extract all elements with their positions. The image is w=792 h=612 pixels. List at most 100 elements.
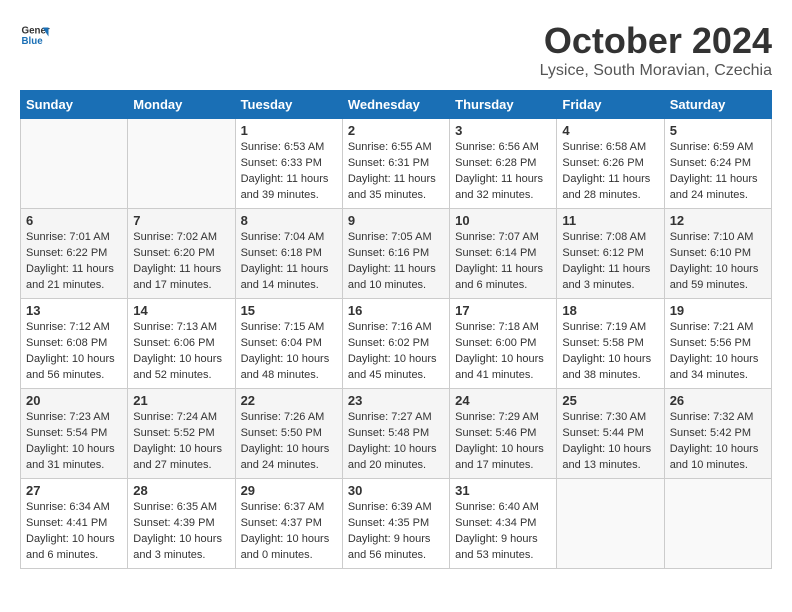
day-number: 26 <box>670 393 766 408</box>
calendar-cell: 4Sunrise: 6:58 AMSunset: 6:26 PMDaylight… <box>557 119 664 209</box>
day-detail: Sunrise: 7:23 AMSunset: 5:54 PMDaylight:… <box>26 410 122 474</box>
day-detail: Sunrise: 6:56 AMSunset: 6:28 PMDaylight:… <box>455 140 551 204</box>
calendar-cell: 21 Sunrise: 7:24 AMSunset: 5:52 PMDayligh… <box>128 389 235 479</box>
calendar-cell: 7Sunrise: 7:02 AMSunset: 6:20 PMDaylight… <box>128 209 235 299</box>
calendar-header-wednesday: Wednesday <box>342 91 449 119</box>
day-number: 29 <box>241 483 337 498</box>
day-detail: Sunrise: 6:35 AMSunset: 4:39 PMDaylight:… <box>133 500 229 564</box>
calendar-cell: 19Sunrise: 7:21 AMSunset: 5:56 PMDayligh… <box>664 299 771 389</box>
day-detail: Sunrise: 6:40 AMSunset: 4:34 PMDaylight:… <box>455 500 551 564</box>
calendar-header-thursday: Thursday <box>450 91 557 119</box>
day-detail: Sunrise: 6:39 AMSunset: 4:35 PMDaylight:… <box>348 500 444 564</box>
day-number: 16 <box>348 303 444 318</box>
day-detail: Sunrise: 7:08 AMSunset: 6:12 PMDaylight:… <box>562 230 658 294</box>
calendar-week-4: 20Sunrise: 7:23 AMSunset: 5:54 PMDayligh… <box>21 389 772 479</box>
day-detail: Sunrise: 7:16 AMSunset: 6:02 PMDaylight:… <box>348 320 444 384</box>
calendar-cell <box>128 119 235 209</box>
calendar-header-friday: Friday <box>557 91 664 119</box>
calendar-table: SundayMondayTuesdayWednesdayThursdayFrid… <box>20 90 772 569</box>
calendar-cell: 6 Sunrise: 7:01 AMSunset: 6:22 PMDaylight… <box>21 209 128 299</box>
calendar-cell: 22 Sunrise: 7:26 AMSunset: 5:50 PMDayligh… <box>235 389 342 479</box>
calendar-cell: 5 Sunrise: 6:59 AMSunset: 6:24 PMDaylight… <box>664 119 771 209</box>
day-number: 21 <box>133 393 229 408</box>
day-detail: Sunrise: 7:26 AMSunset: 5:50 PMDaylight:… <box>241 410 337 474</box>
calendar-header-tuesday: Tuesday <box>235 91 342 119</box>
day-number: 17 <box>455 303 551 318</box>
day-number: 1 <box>241 123 337 138</box>
title-block: October 2024 Lysice, South Moravian, Cze… <box>540 20 772 80</box>
day-number: 10 <box>455 213 551 228</box>
day-number: 24 <box>455 393 551 408</box>
day-detail: Sunrise: 7:29 AMSunset: 5:46 PMDaylight:… <box>455 410 551 474</box>
calendar-cell: 30 Sunrise: 6:39 AMSunset: 4:35 PMDayligh… <box>342 479 449 569</box>
calendar-cell: 26Sunrise: 7:32 AMSunset: 5:42 PMDayligh… <box>664 389 771 479</box>
day-number: 31 <box>455 483 551 498</box>
calendar-cell: 11Sunrise: 7:08 AMSunset: 6:12 PMDayligh… <box>557 209 664 299</box>
calendar-cell <box>21 119 128 209</box>
day-number: 9 <box>348 213 444 228</box>
day-number: 27 <box>26 483 122 498</box>
day-number: 6 <box>26 213 122 228</box>
day-number: 22 <box>241 393 337 408</box>
calendar-cell: 28Sunrise: 6:35 AMSunset: 4:39 PMDayligh… <box>128 479 235 569</box>
calendar-week-1: 1 Sunrise: 6:53 AMSunset: 6:33 PMDaylight… <box>21 119 772 209</box>
day-detail: Sunrise: 6:53 AMSunset: 6:33 PMDaylight:… <box>241 140 337 204</box>
calendar-cell: 3 Sunrise: 6:56 AMSunset: 6:28 PMDaylight… <box>450 119 557 209</box>
day-detail: Sunrise: 6:34 AMSunset: 4:41 PMDaylight:… <box>26 500 122 564</box>
calendar-cell: 14 Sunrise: 7:13 AMSunset: 6:06 PMDayligh… <box>128 299 235 389</box>
day-number: 13 <box>26 303 122 318</box>
calendar-cell: 20Sunrise: 7:23 AMSunset: 5:54 PMDayligh… <box>21 389 128 479</box>
calendar-header-monday: Monday <box>128 91 235 119</box>
calendar-cell: 18 Sunrise: 7:19 AMSunset: 5:58 PMDayligh… <box>557 299 664 389</box>
calendar-week-5: 27 Sunrise: 6:34 AMSunset: 4:41 PMDayligh… <box>21 479 772 569</box>
day-number: 15 <box>241 303 337 318</box>
day-detail: Sunrise: 6:58 AMSunset: 6:26 PMDaylight:… <box>562 140 658 204</box>
day-detail: Sunrise: 7:07 AMSunset: 6:14 PMDaylight:… <box>455 230 551 294</box>
day-detail: Sunrise: 6:37 AMSunset: 4:37 PMDaylight:… <box>241 500 337 564</box>
day-number: 8 <box>241 213 337 228</box>
logo: General Blue <box>20 20 50 50</box>
calendar-header-sunday: Sunday <box>21 91 128 119</box>
calendar-cell: 16 Sunrise: 7:16 AMSunset: 6:02 PMDayligh… <box>342 299 449 389</box>
calendar-cell: 10 Sunrise: 7:07 AMSunset: 6:14 PMDayligh… <box>450 209 557 299</box>
calendar-cell: 27 Sunrise: 6:34 AMSunset: 4:41 PMDayligh… <box>21 479 128 569</box>
day-number: 23 <box>348 393 444 408</box>
calendar-week-2: 6 Sunrise: 7:01 AMSunset: 6:22 PMDaylight… <box>21 209 772 299</box>
day-detail: Sunrise: 7:13 AMSunset: 6:06 PMDaylight:… <box>133 320 229 384</box>
day-detail: Sunrise: 7:10 AMSunset: 6:10 PMDaylight:… <box>670 230 766 294</box>
month-title: October 2024 <box>540 20 772 62</box>
calendar-week-3: 13Sunrise: 7:12 AMSunset: 6:08 PMDayligh… <box>21 299 772 389</box>
calendar-cell: 2 Sunrise: 6:55 AMSunset: 6:31 PMDaylight… <box>342 119 449 209</box>
calendar-cell: 12Sunrise: 7:10 AMSunset: 6:10 PMDayligh… <box>664 209 771 299</box>
day-number: 3 <box>455 123 551 138</box>
location: Lysice, South Moravian, Czechia <box>540 62 772 80</box>
calendar-body: 1 Sunrise: 6:53 AMSunset: 6:33 PMDaylight… <box>21 119 772 569</box>
calendar-cell: 17Sunrise: 7:18 AMSunset: 6:00 PMDayligh… <box>450 299 557 389</box>
calendar-cell: 31 Sunrise: 6:40 AMSunset: 4:34 PMDayligh… <box>450 479 557 569</box>
calendar-cell: 23Sunrise: 7:27 AMSunset: 5:48 PMDayligh… <box>342 389 449 479</box>
calendar-cell: 25Sunrise: 7:30 AMSunset: 5:44 PMDayligh… <box>557 389 664 479</box>
day-number: 25 <box>562 393 658 408</box>
day-number: 5 <box>670 123 766 138</box>
calendar-cell <box>557 479 664 569</box>
day-detail: Sunrise: 6:59 AMSunset: 6:24 PMDaylight:… <box>670 140 766 204</box>
calendar-header-saturday: Saturday <box>664 91 771 119</box>
calendar-cell <box>664 479 771 569</box>
calendar-cell: 24 Sunrise: 7:29 AMSunset: 5:46 PMDayligh… <box>450 389 557 479</box>
calendar-cell: 15 Sunrise: 7:15 AMSunset: 6:04 PMDayligh… <box>235 299 342 389</box>
day-number: 14 <box>133 303 229 318</box>
calendar-cell: 1 Sunrise: 6:53 AMSunset: 6:33 PMDaylight… <box>235 119 342 209</box>
day-number: 30 <box>348 483 444 498</box>
svg-text:Blue: Blue <box>22 36 44 47</box>
calendar-cell: 13Sunrise: 7:12 AMSunset: 6:08 PMDayligh… <box>21 299 128 389</box>
day-number: 18 <box>562 303 658 318</box>
logo-icon: General Blue <box>20 20 50 50</box>
day-detail: Sunrise: 7:01 AMSunset: 6:22 PMDaylight:… <box>26 230 122 294</box>
day-detail: Sunrise: 7:04 AMSunset: 6:18 PMDaylight:… <box>241 230 337 294</box>
day-detail: Sunrise: 7:21 AMSunset: 5:56 PMDaylight:… <box>670 320 766 384</box>
day-detail: Sunrise: 6:55 AMSunset: 6:31 PMDaylight:… <box>348 140 444 204</box>
day-detail: Sunrise: 7:24 AMSunset: 5:52 PMDaylight:… <box>133 410 229 474</box>
day-number: 2 <box>348 123 444 138</box>
day-detail: Sunrise: 7:15 AMSunset: 6:04 PMDaylight:… <box>241 320 337 384</box>
day-detail: Sunrise: 7:19 AMSunset: 5:58 PMDaylight:… <box>562 320 658 384</box>
